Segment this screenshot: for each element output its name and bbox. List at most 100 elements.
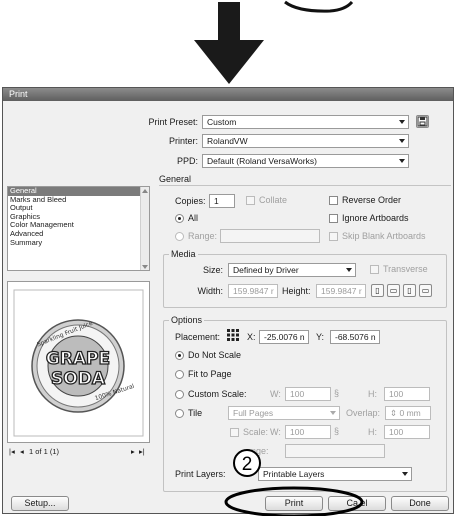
copies-label: Copies: <box>175 196 206 206</box>
page-count: 1 of 1 (1) <box>29 447 60 456</box>
media-heading: Media <box>169 249 198 259</box>
stepper-icon[interactable]: ⇕ <box>390 408 397 418</box>
last-page-icon[interactable]: ▸| <box>139 446 145 457</box>
tile-scale-label: Scale: <box>243 427 269 437</box>
tile-range-label: nge: <box>251 446 269 456</box>
overlap-value: 0 mm <box>399 408 421 418</box>
print-preset-value: Custom <box>207 117 237 127</box>
media-height-label: Height: <box>282 286 311 296</box>
range-input[interactable] <box>220 229 320 243</box>
category-scrollbar[interactable] <box>140 187 149 270</box>
print-preview: Sparkling Fruit Juice GRAPE SODA 100% Na… <box>7 281 150 443</box>
all-label: All <box>188 213 199 223</box>
media-size-value: Defined by Driver <box>233 265 299 275</box>
tile-scale-h-input[interactable]: 100 <box>384 425 430 439</box>
print-layers-label: Print Layers: <box>175 469 226 479</box>
portrait-flipped-icon[interactable]: ▯ <box>403 284 416 297</box>
ppd-dropdown[interactable]: Default (Roland VersaWorks) <box>202 154 409 168</box>
ignore-artboards-checkbox[interactable] <box>329 214 338 223</box>
ppd-value: Default (Roland VersaWorks) <box>207 156 317 166</box>
tile-scale-w-label: W: <box>270 427 281 437</box>
category-item-summary[interactable]: Summary <box>8 238 149 248</box>
media-height-input[interactable]: 159.9847 r <box>316 284 366 298</box>
x-label: X: <box>247 332 256 342</box>
custom-scale-h-label: H: <box>368 389 377 399</box>
copies-input[interactable]: 1 <box>209 194 235 208</box>
media-width-label: Width: <box>197 286 223 296</box>
range-label: Range: <box>188 231 218 241</box>
media-size-dropdown[interactable]: Defined by Driver <box>228 263 356 277</box>
chevron-down-icon <box>399 120 405 124</box>
ppd-label: PPD: <box>176 156 198 166</box>
page-navigator: |◂ ◂ 1 of 1 (1) ▸ ▸| <box>7 446 150 457</box>
print-button[interactable]: Print <box>265 496 323 511</box>
skip-blank-artboards-checkbox[interactable] <box>329 232 338 241</box>
prev-page-icon[interactable]: ◂ <box>20 446 24 457</box>
overlap-label: Overlap: <box>346 408 381 418</box>
cancel-button[interactable]: Ca el <box>328 496 386 511</box>
collate-checkbox[interactable] <box>246 196 255 205</box>
y-label: Y: <box>316 332 325 342</box>
x-input[interactable]: -25.0076 n <box>259 330 309 344</box>
chevron-down-icon <box>330 411 336 415</box>
do-not-scale-radio[interactable] <box>175 351 184 360</box>
skip-blank-artboards-label: Skip Blank Artboards <box>342 231 426 241</box>
custom-scale-label: Custom Scale: <box>188 389 247 399</box>
tile-label: Tile <box>188 408 203 418</box>
general-heading: General <box>159 174 192 184</box>
tile-scale-w-input[interactable]: 100 <box>285 425 331 439</box>
media-width-input[interactable]: 159.9847 r <box>228 284 278 298</box>
print-layers-value: Printable Layers <box>263 469 325 479</box>
collate-label: Collate <box>259 195 288 205</box>
link-icon[interactable]: § <box>334 388 339 399</box>
custom-scale-w-input[interactable]: 100 <box>285 387 331 401</box>
do-not-scale-label: Do Not Scale <box>188 350 242 360</box>
print-preset-label: Print Preset: <box>148 117 198 127</box>
media-size-label: Size: <box>202 265 223 275</box>
chevron-down-icon <box>402 472 408 476</box>
setup-button[interactable]: Setup... <box>11 496 69 511</box>
done-button[interactable]: Done <box>391 496 449 511</box>
tile-value: Full Pages <box>233 408 274 418</box>
tile-scale-h-label: H: <box>368 427 377 437</box>
chevron-down-icon <box>346 268 352 272</box>
printer-dropdown[interactable]: RolandVW <box>202 134 409 148</box>
fit-to-page-radio[interactable] <box>175 370 184 379</box>
options-heading: Options <box>169 315 205 325</box>
tile-radio[interactable] <box>175 409 184 418</box>
save-preset-icon[interactable] <box>416 115 429 128</box>
print-dialog: Print Print Preset: Custom Printer: Rola… <box>2 87 454 514</box>
printer-value: RolandVW <box>207 136 248 146</box>
general-separator <box>159 185 451 186</box>
preview-word-grape: GRAPE <box>46 349 110 369</box>
reverse-order-checkbox[interactable] <box>329 196 338 205</box>
landscape-flipped-icon[interactable]: ▭ <box>419 284 432 297</box>
tile-scale-checkbox[interactable] <box>230 428 239 437</box>
fit-to-page-label: Fit to Page <box>188 369 232 379</box>
ignore-artboards-label: Ignore Artboards <box>342 213 409 223</box>
next-page-icon[interactable]: ▸ <box>131 446 135 457</box>
print-preset-dropdown[interactable]: Custom <box>202 115 409 129</box>
category-list: General Marks and Bleed Output Graphics … <box>7 186 150 271</box>
custom-scale-h-input[interactable]: 100 <box>384 387 430 401</box>
link-icon[interactable]: § <box>334 426 339 437</box>
down-arrow-graphic <box>194 0 354 84</box>
y-input[interactable]: -68.5076 n <box>330 330 380 344</box>
tile-dropdown[interactable]: Full Pages <box>228 406 340 420</box>
preview-word-soda: SODA <box>51 369 106 389</box>
tile-range-input[interactable] <box>285 444 385 458</box>
landscape-icon[interactable]: ▭ <box>387 284 400 297</box>
custom-scale-radio[interactable] <box>175 390 184 399</box>
all-radio[interactable] <box>175 214 184 223</box>
overlap-input[interactable]: ⇕ 0 mm <box>385 406 431 420</box>
transverse-checkbox[interactable] <box>370 265 379 274</box>
printer-label: Printer: <box>168 136 198 146</box>
first-page-icon[interactable]: |◂ <box>9 446 15 457</box>
chevron-down-icon <box>399 159 405 163</box>
range-radio[interactable] <box>175 232 184 241</box>
portrait-icon[interactable]: ▯ <box>371 284 384 297</box>
placement-grid-icon[interactable] <box>226 328 240 342</box>
print-layers-dropdown[interactable]: Printable Layers <box>258 467 412 481</box>
placement-label: Placement: <box>175 332 221 342</box>
dialog-title: Print <box>3 88 453 101</box>
